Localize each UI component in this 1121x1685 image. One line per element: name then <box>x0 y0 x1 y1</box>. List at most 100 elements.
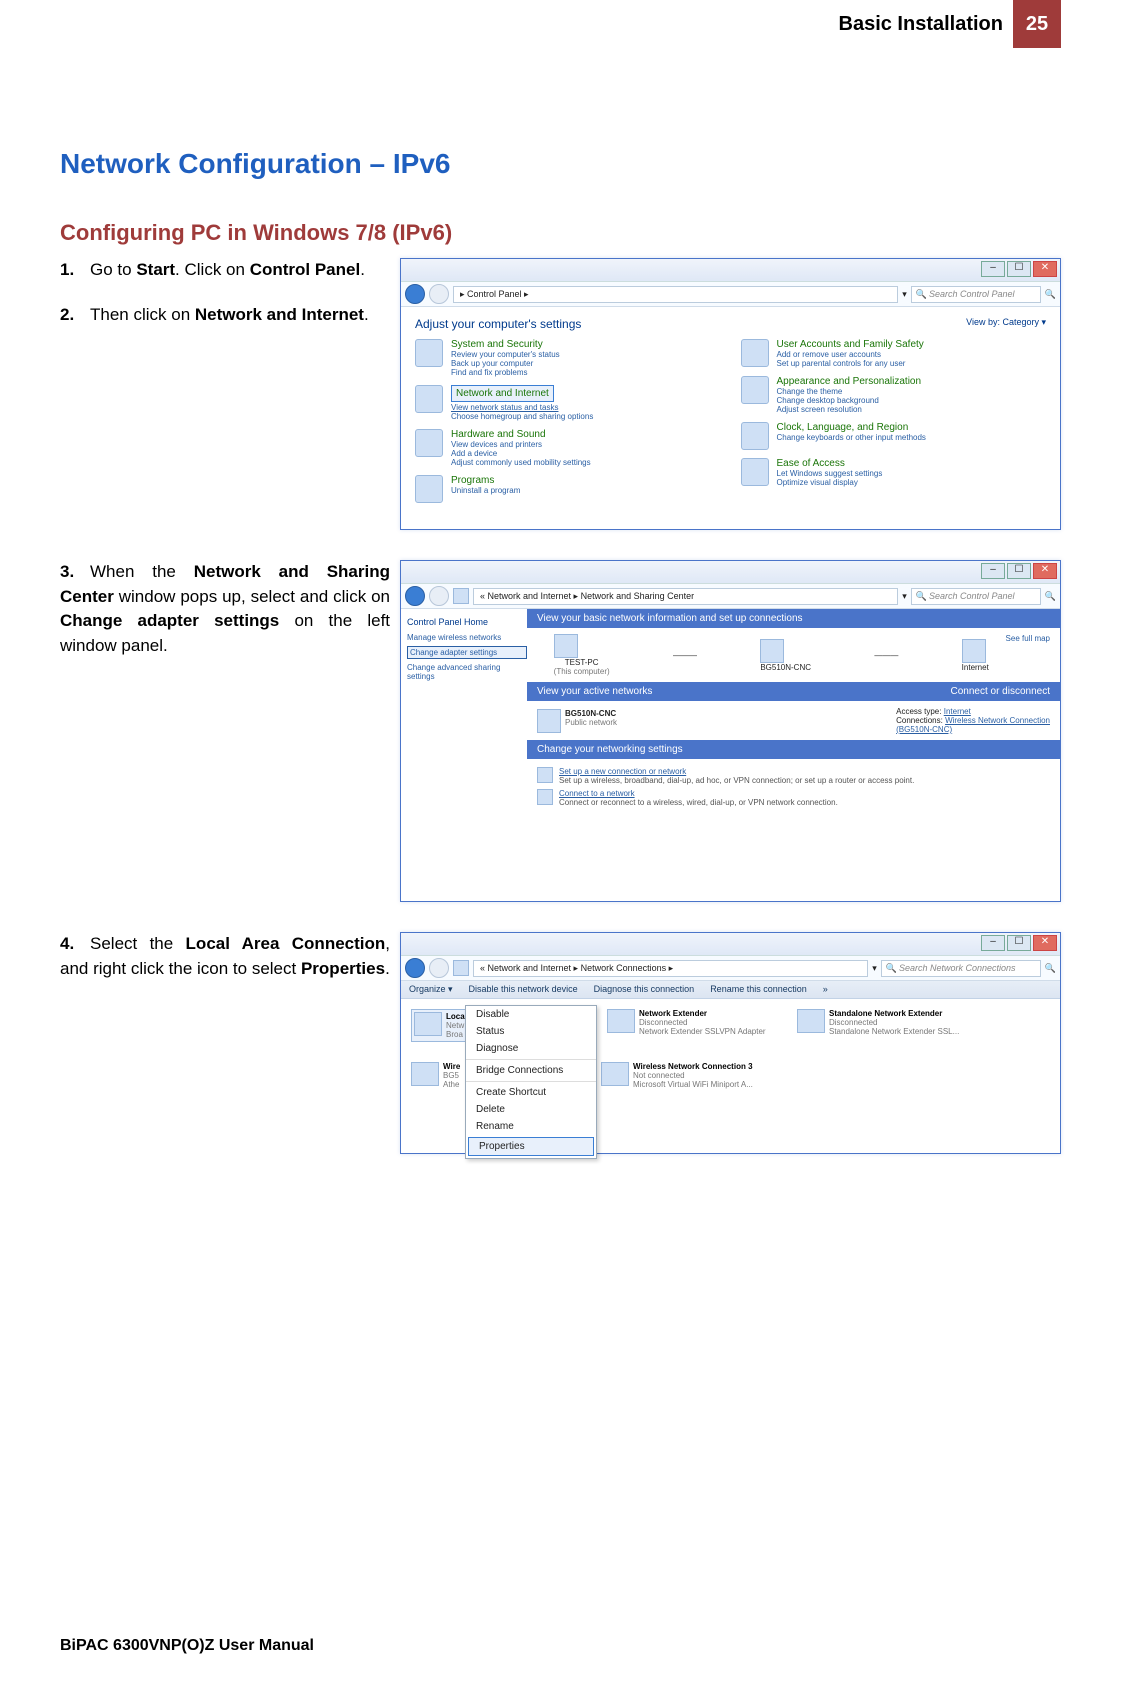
folder-icon <box>453 960 469 976</box>
breadcrumb[interactable]: « Network and Internet ▸ Network and Sha… <box>473 588 898 605</box>
connection-item[interactable]: Wireless Network Connection 3Not connect… <box>601 1062 771 1089</box>
setup-icon <box>537 767 553 783</box>
search-input[interactable]: 🔍Search Network Connections <box>881 960 1041 977</box>
left-panel-title: Control Panel Home <box>407 617 527 627</box>
toolbar-item[interactable]: » <box>823 984 828 994</box>
nav-fwd-icon[interactable] <box>429 284 449 304</box>
category-icon <box>415 475 443 503</box>
category-sublink[interactable]: Optimize visual display <box>777 478 883 487</box>
screenshot-control-panel: –☐✕ ▸ Control Panel ▸ ▾ 🔍Search Control … <box>400 258 1061 530</box>
category-sublink[interactable]: Uninstall a program <box>451 486 520 495</box>
page-number: 25 <box>1013 0 1061 48</box>
connection-icon <box>601 1062 629 1086</box>
nc-toolbar[interactable]: Organize ▾ Disable this network device Dia… <box>401 981 1060 999</box>
globe-icon <box>453 588 469 604</box>
connection-icon <box>797 1009 825 1033</box>
header-title: Basic Installation <box>839 13 1004 36</box>
pc-icon <box>554 634 578 658</box>
category-sublink[interactable]: Change keyboards or other input methods <box>777 433 926 442</box>
category-icon <box>741 422 769 450</box>
ns-active-hdr: View your active networksConnect or disc… <box>527 682 1060 701</box>
category-link[interactable]: Clock, Language, and Region <box>777 422 926 433</box>
category-sublink[interactable]: Add or remove user accounts <box>777 350 924 359</box>
category-icon <box>415 429 443 457</box>
toolbar-item[interactable]: Organize ▾ <box>409 984 453 994</box>
nav-back-icon[interactable] <box>405 958 425 978</box>
connection-icon <box>414 1012 442 1036</box>
category-link[interactable]: Network and Internet <box>451 385 593 402</box>
context-menu-item[interactable]: Delete <box>466 1101 596 1118</box>
category-icon <box>741 458 769 486</box>
category-icon <box>741 339 769 367</box>
category-link[interactable]: Hardware and Sound <box>451 429 591 440</box>
setup-link[interactable]: Set up a new connection or network <box>559 767 914 776</box>
category-link[interactable]: Programs <box>451 475 520 486</box>
category-sublink[interactable]: Adjust screen resolution <box>777 405 922 414</box>
category-icon <box>415 385 443 413</box>
footer-text: BiPAC 6300VNP(O)Z User Manual <box>60 1637 314 1655</box>
view-by[interactable]: View by: Category ▾ <box>966 317 1046 328</box>
category-link[interactable]: Appearance and Personalization <box>777 376 922 387</box>
toolbar-item[interactable]: Rename this connection <box>710 984 807 994</box>
context-menu-item[interactable]: Bridge Connections <box>466 1062 596 1079</box>
nav-back-icon[interactable] <box>405 284 425 304</box>
subsection-title: Configuring PC in Windows 7/8 (IPv6) <box>60 220 1061 246</box>
connection-icon <box>411 1062 439 1086</box>
context-menu-item[interactable]: Rename <box>466 1118 596 1135</box>
link-advanced-sharing[interactable]: Change advanced sharing settings <box>407 663 527 681</box>
nav-fwd-icon[interactable] <box>429 586 449 606</box>
nav-fwd-icon[interactable] <box>429 958 449 978</box>
link-change-adapter[interactable]: Change adapter settings <box>407 646 527 659</box>
network-icon <box>537 709 561 733</box>
category-sublink[interactable]: Find and fix problems <box>451 368 560 377</box>
step-1: 1.Go to Start. Click on Control Panel. <box>60 258 390 283</box>
category-sublink[interactable]: Change the theme <box>777 387 922 396</box>
step-2: 2.Then click on Network and Internet. <box>60 303 390 328</box>
connection-icon <box>607 1009 635 1033</box>
step-3: 3.When the Network and Sharing Center wi… <box>60 560 390 659</box>
setup-icon <box>537 789 553 805</box>
category-sublink[interactable]: Add a device <box>451 449 591 458</box>
context-menu-item[interactable]: Properties <box>468 1137 594 1156</box>
link-manage-wireless[interactable]: Manage wireless networks <box>407 633 527 642</box>
see-full-map[interactable]: See full map <box>1006 634 1050 643</box>
category-icon <box>415 339 443 367</box>
category-sublink[interactable]: Set up parental controls for any user <box>777 359 924 368</box>
toolbar-item[interactable]: Diagnose this connection <box>594 984 695 994</box>
category-link[interactable]: Ease of Access <box>777 458 883 469</box>
context-menu-item[interactable]: Status <box>466 1023 596 1040</box>
screenshot-network-sharing: –☐✕ « Network and Internet ▸ Network and… <box>400 560 1061 902</box>
category-link[interactable]: System and Security <box>451 339 560 350</box>
connection-item[interactable]: Standalone Network ExtenderDisconnectedS… <box>797 1009 967 1042</box>
category-sublink[interactable]: View network status and tasks <box>451 403 593 412</box>
category-sublink[interactable]: Review your computer's status <box>451 350 560 359</box>
router-icon <box>760 639 784 663</box>
breadcrumb[interactable]: ▸ Control Panel ▸ <box>453 286 898 303</box>
section-title: Network Configuration – IPv6 <box>60 148 1061 180</box>
context-menu-item[interactable]: Diagnose <box>466 1040 596 1057</box>
ns-banner: View your basic network information and … <box>527 609 1060 628</box>
category-sublink[interactable]: View devices and printers <box>451 440 591 449</box>
globe-icon <box>962 639 986 663</box>
context-menu-item[interactable]: Create Shortcut <box>466 1084 596 1101</box>
ns-change-hdr: Change your networking settings <box>527 740 1060 759</box>
category-sublink[interactable]: Let Windows suggest settings <box>777 469 883 478</box>
search-input[interactable]: 🔍Search Control Panel <box>911 588 1041 605</box>
breadcrumb[interactable]: « Network and Internet ▸ Network Connect… <box>473 960 868 977</box>
category-link[interactable]: User Accounts and Family Safety <box>777 339 924 350</box>
setup-link[interactable]: Connect to a network <box>559 789 838 798</box>
category-sublink[interactable]: Adjust commonly used mobility settings <box>451 458 591 467</box>
search-input[interactable]: 🔍Search Control Panel <box>911 286 1041 303</box>
category-sublink[interactable]: Back up your computer <box>451 359 560 368</box>
category-icon <box>741 376 769 404</box>
toolbar-item[interactable]: Disable this network device <box>469 984 578 994</box>
screenshot-network-connections: –☐✕ « Network and Internet ▸ Network Con… <box>400 932 1061 1154</box>
category-sublink[interactable]: Change desktop background <box>777 396 922 405</box>
nav-back-icon[interactable] <box>405 586 425 606</box>
connection-item[interactable]: Network ExtenderDisconnectedNetwork Exte… <box>607 1009 777 1042</box>
cp-heading: Adjust your computer's settings <box>415 317 1046 331</box>
context-menu[interactable]: DisableStatusDiagnose Bridge Connections C… <box>465 1005 597 1159</box>
category-sublink[interactable]: Choose homegroup and sharing options <box>451 412 593 421</box>
context-menu-item[interactable]: Disable <box>466 1006 596 1023</box>
step-4: 4.Select the Local Area Connection, and … <box>60 932 390 981</box>
